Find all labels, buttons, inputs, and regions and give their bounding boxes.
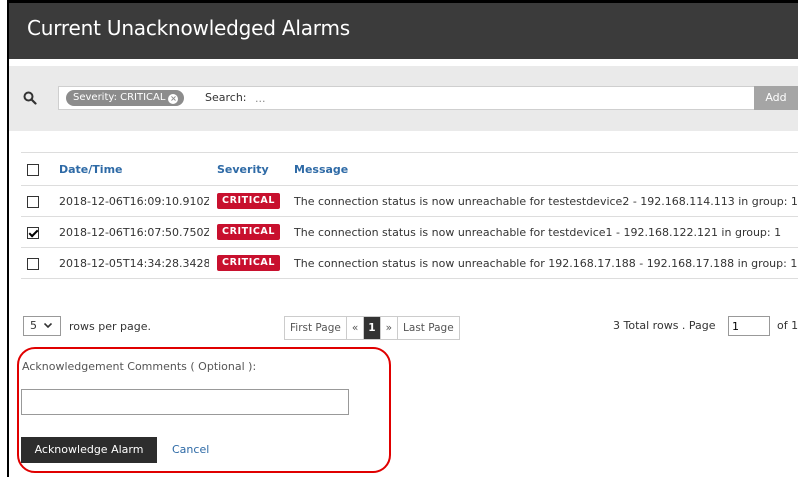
- message-cell: The connection status is now unreachable…: [286, 185, 798, 217]
- select-all-header: [21, 152, 51, 186]
- total-pages-label: of 1.: [777, 319, 798, 332]
- datetime-cell: 2018-12-05T14:34:28.3428Z: [51, 247, 209, 279]
- severity-filter-chip[interactable]: Severity: CRITICAL ×: [66, 90, 185, 106]
- search-field[interactable]: Severity: CRITICAL × Search:: [58, 86, 755, 110]
- add-filter-button[interactable]: Add: [754, 86, 798, 110]
- datetime-cell: 2018-12-06T16:09:10.910Z: [51, 185, 209, 217]
- row-select-cell: [21, 216, 51, 248]
- severity-cell: CRITICAL: [209, 216, 286, 248]
- table-row[interactable]: 2018-12-06T16:09:10.910Z CRITICAL The co…: [21, 185, 798, 217]
- row-select-cell: [21, 185, 51, 217]
- pager: First Page « 1 » Last Page: [284, 316, 460, 340]
- header-bar: Current Unacknowledged Alarms: [9, 3, 798, 59]
- message-cell: The connection status is now unreachable…: [286, 247, 798, 279]
- next-page-button[interactable]: »: [379, 317, 397, 339]
- datetime-cell: 2018-12-06T16:07:50.750Z: [51, 216, 209, 248]
- severity-cell: CRITICAL: [209, 247, 286, 279]
- prev-page-button[interactable]: «: [345, 317, 363, 339]
- severity-badge: CRITICAL: [217, 193, 281, 209]
- search-bar: Severity: CRITICAL× Search: Add: [9, 66, 798, 131]
- row-select-cell: [21, 247, 51, 279]
- row-checkbox[interactable]: [27, 195, 39, 208]
- search-label: Search:: [205, 91, 247, 104]
- pagination-bar: 5 rows per page. First Page « 1 » Last P…: [21, 316, 798, 340]
- rows-per-page-select[interactable]: 5: [23, 316, 61, 336]
- table-header-row: Date/Time Severity Message: [21, 152, 798, 186]
- search-icon[interactable]: [23, 91, 37, 105]
- table-row[interactable]: 2018-12-06T16:07:50.750Z CRITICAL The co…: [21, 216, 798, 248]
- row-checkbox[interactable]: [27, 257, 39, 270]
- last-page-button[interactable]: Last Page: [397, 317, 459, 339]
- rows-per-page-label: rows per page.: [69, 320, 151, 333]
- column-header-severity[interactable]: Severity: [209, 152, 286, 186]
- column-header-datetime[interactable]: Date/Time: [51, 152, 209, 186]
- select-all-checkbox[interactable]: [27, 163, 39, 176]
- filter-chip-label: Severity: CRITICAL: [73, 92, 166, 103]
- page-title: Current Unacknowledged Alarms: [27, 16, 350, 40]
- rows-per-page-value: 5: [30, 319, 37, 332]
- first-page-button[interactable]: First Page: [285, 317, 346, 339]
- severity-badge: CRITICAL: [217, 255, 281, 271]
- severity-badge: CRITICAL: [217, 224, 281, 240]
- severity-cell: CRITICAL: [209, 185, 286, 217]
- row-checkbox-checked[interactable]: [27, 226, 39, 239]
- table-row[interactable]: 2018-12-05T14:34:28.3428Z CRITICAL The c…: [21, 247, 798, 279]
- current-page-button[interactable]: 1: [363, 317, 380, 339]
- total-rows-label: 3 Total rows . Page: [613, 319, 716, 332]
- message-cell: The connection status is now unreachable…: [286, 216, 798, 248]
- highlight-annotation: [17, 347, 391, 473]
- column-header-message[interactable]: Message: [286, 152, 798, 186]
- remove-filter-icon[interactable]: ×: [168, 94, 179, 104]
- page-number-input[interactable]: [728, 316, 770, 336]
- alarms-table: Date/Time Severity Message 2018-12-06T16…: [21, 152, 798, 279]
- search-input[interactable]: [255, 90, 735, 106]
- chevron-down-icon: [44, 323, 52, 328]
